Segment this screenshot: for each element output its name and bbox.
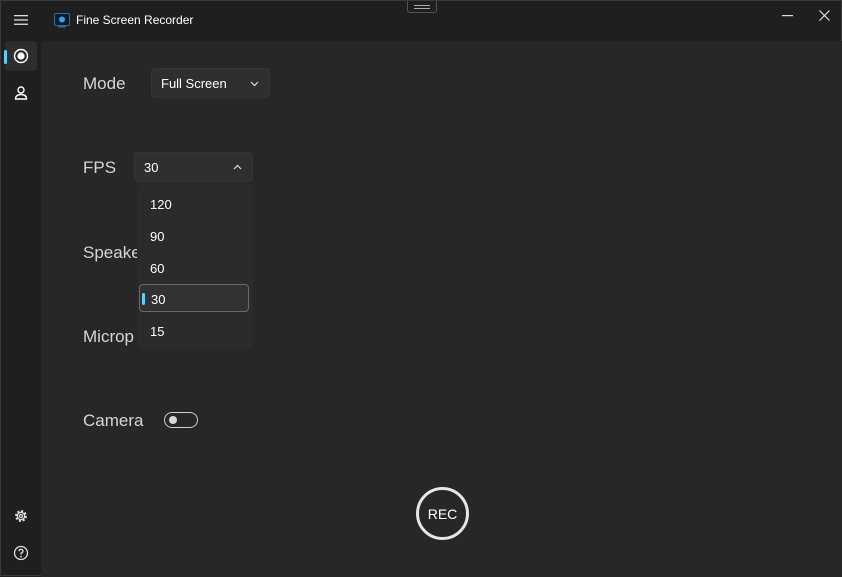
help-icon xyxy=(13,545,29,561)
chevron-up-icon xyxy=(233,164,242,170)
app-logo-icon xyxy=(54,13,70,28)
app-title: Fine Screen Recorder xyxy=(76,13,194,27)
minimize-button[interactable] xyxy=(775,5,799,25)
settings-button[interactable] xyxy=(5,501,37,531)
gear-icon xyxy=(15,510,27,522)
side-nav xyxy=(1,41,41,577)
help-button[interactable] xyxy=(5,538,37,568)
camera-toggle[interactable] xyxy=(164,412,198,428)
record-button[interactable]: REC xyxy=(416,487,469,540)
chevron-down-icon xyxy=(250,81,259,87)
mode-label: Mode xyxy=(83,74,126,93)
app-window: Fine Screen Recorder Mode Full Screen FP… xyxy=(0,0,842,577)
fps-label: FPS xyxy=(83,158,117,177)
speaker-label: Speake xyxy=(83,243,141,262)
mode-value: Full Screen xyxy=(161,76,227,91)
fps-option[interactable]: 90 xyxy=(139,222,249,250)
microphone-label: Microp xyxy=(83,327,135,346)
hamburger-icon xyxy=(14,15,28,25)
close-button[interactable] xyxy=(812,5,836,25)
hamburger-menu-button[interactable] xyxy=(9,9,33,31)
fps-dropdown-list: 120 90 60 30 15 xyxy=(137,184,253,349)
fps-option[interactable]: 60 xyxy=(139,254,249,282)
fps-combobox[interactable]: 30 xyxy=(134,152,253,182)
close-icon xyxy=(818,9,830,21)
fps-option[interactable]: 120 xyxy=(139,190,249,218)
minimize-icon xyxy=(781,14,793,16)
fps-option-selected[interactable]: 30 xyxy=(139,284,249,312)
record-icon xyxy=(13,48,29,64)
camera-label: Camera xyxy=(83,411,144,430)
drag-handle[interactable] xyxy=(407,1,437,13)
nav-item-person[interactable] xyxy=(5,78,37,108)
mode-combobox[interactable]: Full Screen xyxy=(151,68,270,98)
record-label: REC xyxy=(427,505,458,522)
fps-value: 30 xyxy=(144,160,159,175)
title-bar: Fine Screen Recorder xyxy=(1,1,842,41)
person-icon xyxy=(14,86,28,100)
toggle-knob xyxy=(169,416,177,424)
fps-option[interactable]: 15 xyxy=(139,317,249,345)
nav-item-record[interactable] xyxy=(4,41,37,71)
